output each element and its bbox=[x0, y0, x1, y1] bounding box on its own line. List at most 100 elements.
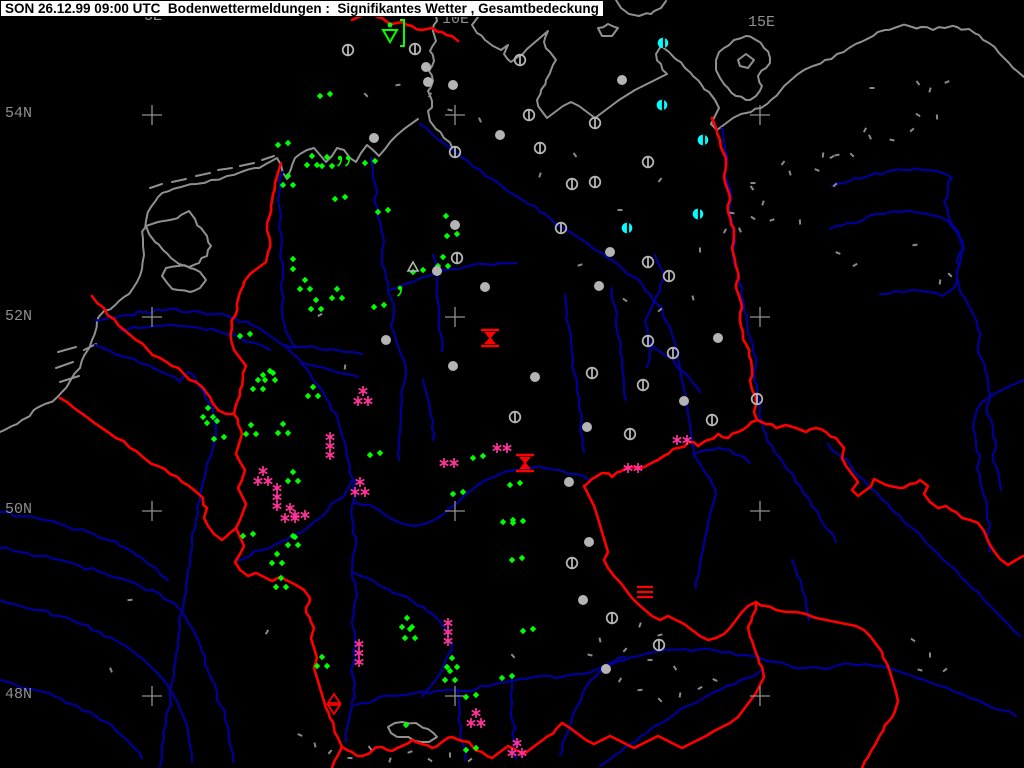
symbol-rain-moderate bbox=[272, 574, 290, 591]
grid-cross bbox=[750, 686, 770, 706]
river-fulda bbox=[396, 366, 408, 462]
terrain-mark bbox=[297, 733, 303, 737]
terrain-mark bbox=[327, 749, 333, 755]
symbol-rain-light bbox=[239, 530, 257, 540]
terrain-mark bbox=[617, 677, 623, 683]
symbol-snow-moderate bbox=[253, 466, 273, 486]
terrain-mark bbox=[834, 153, 840, 157]
symbol-station-cyan bbox=[692, 208, 704, 220]
symbol-overcast bbox=[679, 396, 689, 406]
terrain-mark bbox=[638, 622, 642, 628]
symbol-snow-light bbox=[492, 443, 512, 453]
terrain-mark bbox=[862, 127, 868, 133]
terrain-mark bbox=[657, 697, 663, 703]
symbol-rain-light bbox=[462, 691, 480, 701]
symbol-rain-light bbox=[274, 139, 292, 149]
terrain-mark bbox=[749, 185, 755, 191]
terrain-mark bbox=[587, 653, 593, 657]
terrain-mark bbox=[814, 168, 820, 172]
terrain-mark bbox=[942, 667, 948, 673]
terrain-mark bbox=[788, 170, 792, 176]
symbol-cloud-open bbox=[641, 334, 655, 348]
river-lech bbox=[509, 677, 518, 760]
terrain-mark bbox=[947, 272, 953, 278]
symbol-rain-moderate bbox=[268, 550, 286, 567]
terrain-mark bbox=[829, 154, 835, 160]
terrain-mark bbox=[317, 312, 323, 318]
symbol-rain-light bbox=[210, 433, 228, 443]
grid-cross bbox=[750, 307, 770, 327]
river-spree bbox=[648, 344, 702, 394]
grid-label-54n: 54N bbox=[5, 105, 33, 122]
river-main bbox=[353, 465, 592, 528]
weather-symbols bbox=[199, 19, 764, 758]
symbol-overcast bbox=[578, 595, 588, 605]
symbol-rain-light bbox=[519, 625, 537, 635]
rivers bbox=[0, 122, 1024, 768]
terrain-mark bbox=[407, 750, 413, 754]
symbol-rain-moderate bbox=[307, 296, 325, 313]
grid-cross bbox=[750, 501, 770, 521]
ruegen-inner bbox=[737, 53, 755, 69]
terrain-mark bbox=[510, 653, 516, 659]
symbol-overcast bbox=[582, 422, 592, 432]
symbol-overcast bbox=[601, 664, 611, 674]
border-de-pl bbox=[710, 116, 759, 422]
symbol-cloud-open bbox=[585, 366, 599, 380]
symbol-station-cyan bbox=[621, 222, 633, 234]
symbol-overcast bbox=[421, 62, 431, 72]
symbol-rain-vertical-pair bbox=[289, 255, 297, 273]
terrain-mark bbox=[889, 138, 895, 142]
river-saone bbox=[203, 662, 235, 764]
terrain-mark bbox=[917, 668, 923, 672]
terrain-mark bbox=[427, 757, 433, 763]
north-sea-coast bbox=[0, 118, 419, 433]
symbol-rain-moderate bbox=[441, 667, 459, 684]
river-maas bbox=[93, 343, 218, 768]
symbol-cloud-open bbox=[641, 155, 655, 169]
terrain-mark bbox=[868, 134, 872, 140]
terrain-mark bbox=[313, 742, 317, 748]
terrain-mark bbox=[672, 665, 678, 671]
dutch-lakes bbox=[161, 264, 207, 293]
symbol-overcast bbox=[605, 247, 615, 257]
symbol-drizzle-single bbox=[397, 285, 403, 297]
symbol-overcast bbox=[432, 266, 442, 276]
terrain-mark bbox=[657, 633, 663, 637]
symbol-rain-single bbox=[442, 212, 450, 220]
symbol-rain-moderate bbox=[242, 421, 260, 438]
symbol-snow-light bbox=[439, 458, 459, 468]
symbol-cloud-open bbox=[448, 145, 462, 159]
symbol-overcast bbox=[450, 220, 460, 230]
terrain-mark bbox=[928, 87, 932, 93]
terrain-mark bbox=[912, 243, 918, 247]
weather-map-screen: SON 26.12.99 09:00 UTC Bodenwettermeldun… bbox=[0, 0, 1024, 768]
symbol-overcast bbox=[423, 77, 433, 87]
terrain-mark bbox=[622, 647, 628, 653]
terrain-mark bbox=[769, 218, 775, 222]
title-text: SON 26.12.99 09:00 UTC Bodenwettermeldun… bbox=[5, 1, 599, 16]
river-werra bbox=[421, 378, 436, 442]
zeeland-island bbox=[55, 361, 74, 369]
symbol-rain-light bbox=[331, 193, 349, 203]
map-canvas bbox=[0, 0, 1024, 768]
terrain-mark bbox=[577, 263, 583, 267]
terrain-mark bbox=[750, 215, 756, 221]
symbol-snow-column bbox=[272, 483, 282, 511]
symbol-cloud-open bbox=[588, 175, 602, 189]
terrain-mark bbox=[678, 692, 682, 698]
border-be-fr bbox=[58, 396, 238, 542]
ruegen-island bbox=[715, 35, 771, 101]
danish-island-3 bbox=[615, 0, 667, 17]
terrain-mark bbox=[761, 200, 765, 206]
symbol-snow-column bbox=[325, 432, 335, 460]
terrain-mark bbox=[780, 160, 786, 166]
symbol-cloud-open bbox=[341, 43, 355, 57]
border-nl-de bbox=[229, 161, 283, 416]
river-saale bbox=[563, 293, 586, 454]
symbol-overcast bbox=[448, 80, 458, 90]
terrain-mark bbox=[910, 637, 916, 643]
river-lippe bbox=[283, 343, 364, 356]
terrain-mark bbox=[478, 117, 482, 123]
terrain-marks bbox=[109, 80, 953, 763]
